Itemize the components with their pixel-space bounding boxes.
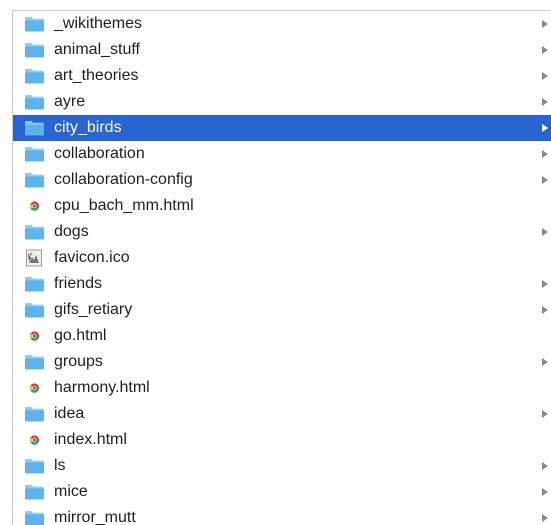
disclosure-arrow-icon[interactable] [542,462,548,470]
disclosure-arrow-icon[interactable] [542,176,548,184]
disclosure-arrow-icon[interactable] [542,228,548,236]
list-item-label: index.html [54,431,127,448]
folder-icon [24,67,45,85]
list-item-label: animal_stuff [54,41,140,58]
list-item[interactable]: dogs [13,219,551,245]
folder-icon [24,41,45,59]
list-item-label: idea [54,405,85,422]
list-item[interactable]: art_theories [13,63,551,89]
list-item[interactable]: harmony.html [13,375,551,401]
list-item-label: mice [54,483,88,500]
list-item[interactable]: favicon.ico [13,245,551,271]
list-item[interactable]: mice [13,479,551,505]
folder-icon [24,145,45,163]
finder-window: _wikithemes animal_stuff art_theoriesayre c… [0,0,551,525]
disclosure-arrow-icon[interactable] [542,20,548,28]
folder-icon [24,15,45,33]
chrome-html-file-icon [24,431,45,449]
chrome-html-file-icon [24,379,45,397]
list-item-label: gifs_retiary [54,301,133,318]
list-item-label: _wikithemes [54,15,143,32]
chrome-html-file-icon [24,197,45,215]
list-item-label: cpu_bach_mm.html [54,197,194,214]
list-item[interactable]: index.html [13,427,551,453]
folder-icon [24,301,45,319]
list-item[interactable]: idea [13,401,551,427]
folder-icon [24,483,45,501]
disclosure-arrow-icon[interactable] [542,488,548,496]
disclosure-arrow-icon[interactable] [542,124,548,132]
folder-icon [24,457,45,475]
list-item-label: art_theories [54,67,139,84]
folder-icon [24,93,45,111]
list-item-label: favicon.ico [54,249,130,266]
list-item[interactable]: _wikithemes [13,11,551,37]
disclosure-arrow-icon[interactable] [542,410,548,418]
file-list: _wikithemes animal_stuff art_theoriesayre c… [12,10,551,525]
list-item[interactable]: city_birds [13,115,551,141]
list-item-label: mirror_mutt [54,509,136,525]
disclosure-arrow-icon[interactable] [542,150,548,158]
folder-icon [24,275,45,293]
list-item[interactable]: ayre [13,89,551,115]
list-item-label: friends [54,275,103,292]
image-file-icon [24,249,45,267]
folder-icon [24,405,45,423]
folder-icon [24,353,45,371]
list-item-label: groups [54,353,103,370]
list-item[interactable]: gifs_retiary [13,297,551,323]
list-item-label: collaboration [54,145,145,162]
list-item[interactable]: ls [13,453,551,479]
list-item-label: harmony.html [54,379,150,396]
list-item-label: ayre [54,93,86,110]
folder-icon [24,509,45,525]
disclosure-arrow-icon[interactable] [542,72,548,80]
folder-icon [24,171,45,189]
list-item-label: ls [54,457,66,474]
disclosure-arrow-icon[interactable] [542,514,548,522]
disclosure-arrow-icon[interactable] [542,358,548,366]
disclosure-arrow-icon[interactable] [542,280,548,288]
list-item-label: go.html [54,327,107,344]
list-item[interactable]: friends [13,271,551,297]
folder-icon [24,119,45,137]
list-item-label: collaboration-config [54,171,193,188]
list-item[interactable]: animal_stuff [13,37,551,63]
chrome-html-file-icon [24,327,45,345]
list-item-label: dogs [54,223,89,240]
list-item[interactable]: mirror_mutt [13,505,551,525]
list-item[interactable]: groups [13,349,551,375]
list-item-label: city_birds [54,119,122,136]
disclosure-arrow-icon[interactable] [542,46,548,54]
disclosure-arrow-icon[interactable] [542,306,548,314]
list-item[interactable]: go.html [13,323,551,349]
list-item[interactable]: cpu_bach_mm.html [13,193,551,219]
folder-icon [24,223,45,241]
list-item[interactable]: collaboration [13,141,551,167]
list-item[interactable]: collaboration-config [13,167,551,193]
disclosure-arrow-icon[interactable] [542,98,548,106]
